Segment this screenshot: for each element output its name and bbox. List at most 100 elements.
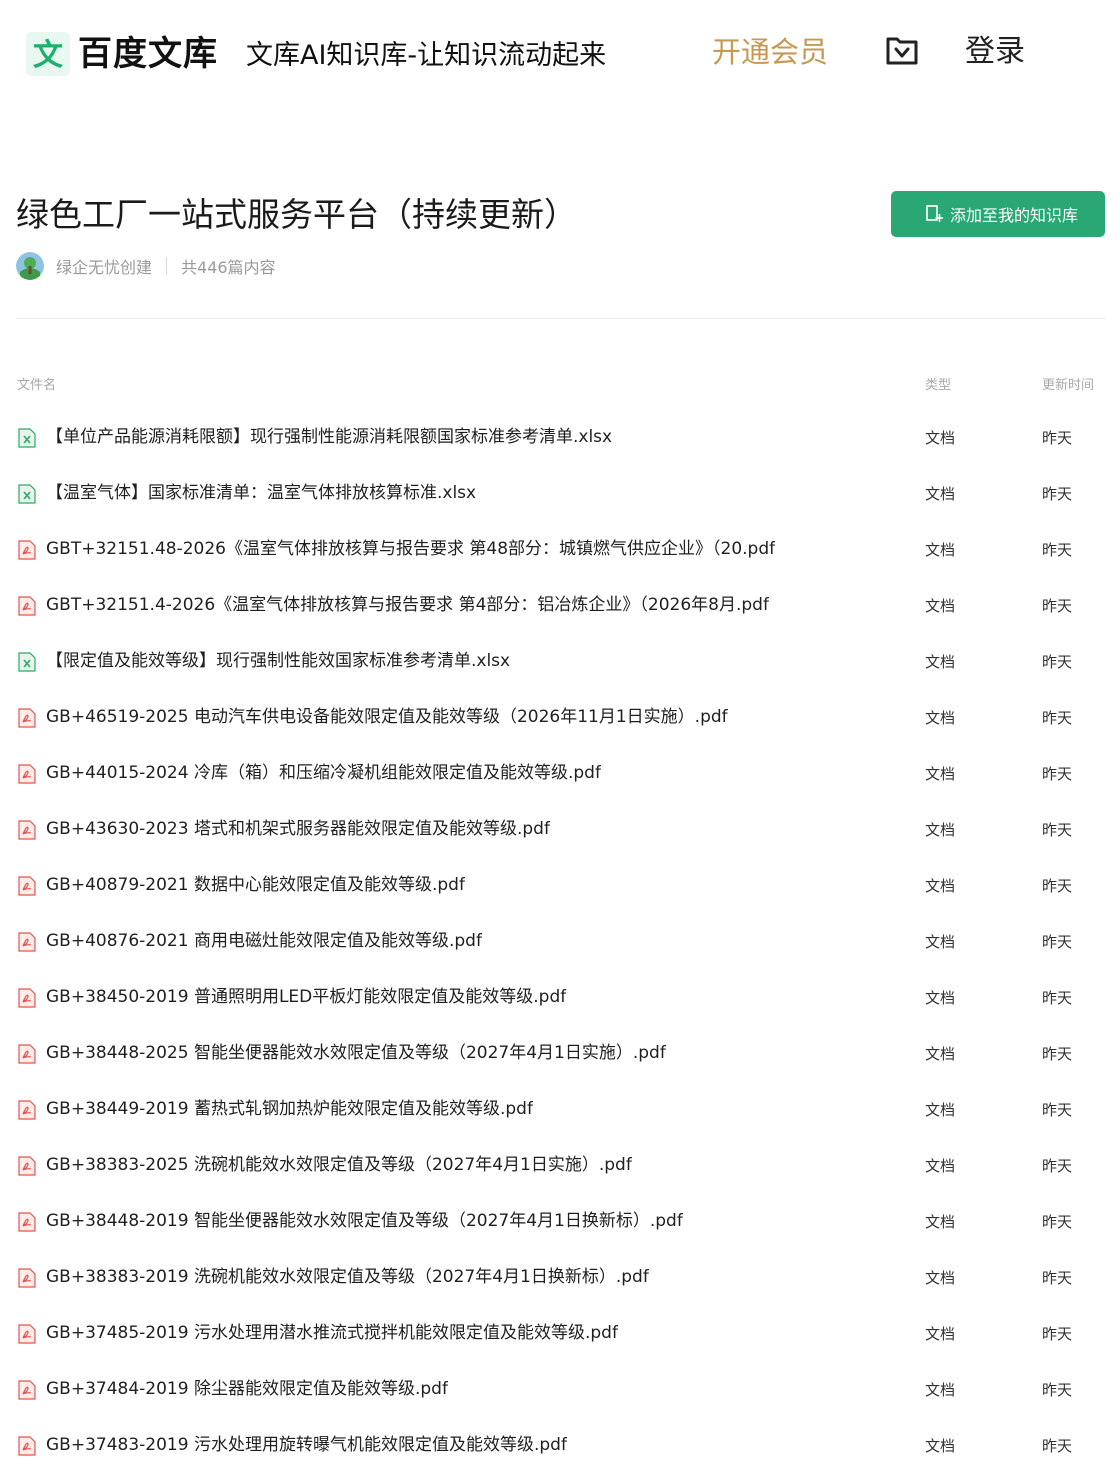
table-row[interactable]: GB+38383-2025 洗碗机能效水效限定值及等级（2027年4月1日实施）… [0,1138,1120,1194]
file-name[interactable]: GB+40879-2021 数据中心能效限定值及能效等级.pdf [46,872,465,898]
meta-divider [166,257,168,275]
table-row[interactable]: GB+37483-2019 污水处理用旋转曝气机能效限定值及能效等级.pdf 文档… [0,1418,1120,1474]
logo-text[interactable]: 百度文库 [78,30,218,78]
author-name[interactable]: 绿企无忧创建 [56,254,152,278]
file-update-time: 昨天 [1042,653,1073,671]
file-update-time: 昨天 [1042,989,1073,1007]
table-row[interactable]: 【限定值及能效等级】现行强制性能效国家标准参考清单.xlsx 文档 昨天 [0,634,1120,690]
column-header-name: 文件名 [17,378,57,393]
table-row[interactable]: GB+37485-2019 污水处理用潜水推流式搅拌机能效限定值及能效等级.pd… [0,1306,1120,1362]
file-type: 文档 [925,1101,956,1119]
file-name[interactable]: GBT+32151.48-2026《温室气体排放核算与报告要求 第48部分：城镇… [46,536,775,562]
pdf-file-icon [18,1156,36,1176]
excel-file-icon [18,428,36,448]
file-type: 文档 [925,1157,956,1175]
file-update-time: 昨天 [1042,877,1073,895]
site-slogan: 文库AI知识库-让知识流动起来 [246,40,607,71]
file-update-time: 昨天 [1042,541,1073,559]
table-row[interactable]: GB+38450-2019 普通照明用LED平板灯能效限定值及能效等级.pdf 文… [0,970,1120,1026]
file-type: 文档 [925,541,956,559]
file-name[interactable]: 【温室气体】国家标准清单：温室气体排放核算标准.xlsx [46,480,476,506]
pdf-file-icon [18,764,36,784]
file-name[interactable]: GB+46519-2025 电动汽车供电设备能效限定值及能效等级（2026年11… [46,704,728,730]
file-update-time: 昨天 [1042,1437,1073,1455]
pdf-file-icon [18,1268,36,1288]
login-link[interactable]: 登录 [965,31,1025,73]
add-to-knowledge-base-button[interactable]: 添加至我的知识库 [891,191,1105,237]
table-row[interactable]: 【单位产品能源消耗限额】现行强制性能源消耗限额国家标准参考清单.xlsx 文档 昨天 [0,410,1120,466]
file-name[interactable]: GBT+32151.4-2026《温室气体排放核算与报告要求 第4部分：铝冶炼企… [46,592,769,618]
table-row[interactable]: GB+37484-2019 除尘器能效限定值及能效等级.pdf 文档 昨天 [0,1362,1120,1418]
wenku-logo-icon[interactable]: 文 [26,32,70,76]
file-update-time: 昨天 [1042,1381,1073,1399]
file-type: 文档 [925,821,956,839]
table-row[interactable]: GBT+32151.48-2026《温室气体排放核算与报告要求 第48部分：城镇… [0,522,1120,578]
file-name[interactable]: GB+37485-2019 污水处理用潜水推流式搅拌机能效限定值及能效等级.pd… [46,1320,618,1346]
document-count: 共446篇内容 [181,258,276,277]
file-update-time: 昨天 [1042,765,1073,783]
file-update-time: 昨天 [1042,1213,1073,1231]
file-name[interactable]: GB+38383-2019 洗碗机能效水效限定值及等级（2027年4月1日换新标… [46,1264,649,1290]
top-header: 文 百度文库 文库AI知识库-让知识流动起来 开通会员 登录 [0,0,1120,110]
vip-membership-link[interactable]: 开通会员 [712,31,828,73]
table-row[interactable]: GB+38448-2025 智能坐便器能效水效限定值及等级（2027年4月1日实… [0,1026,1120,1082]
file-type: 文档 [925,1269,956,1287]
file-name[interactable]: 【单位产品能源消耗限额】现行强制性能源消耗限额国家标准参考清单.xlsx [46,424,612,450]
table-row[interactable]: GB+40876-2021 商用电磁灶能效限定值及能效等级.pdf 文档 昨天 [0,914,1120,970]
pdf-file-icon [18,1044,36,1064]
table-row[interactable]: GB+44015-2024 冷库（箱）和压缩冷凝机组能效限定值及能效等级.pdf… [0,746,1120,802]
file-type: 文档 [925,653,956,671]
pdf-file-icon [18,820,36,840]
file-type: 文档 [925,989,956,1007]
svg-text:文: 文 [33,38,63,71]
table-row[interactable]: GB+40879-2021 数据中心能效限定值及能效等级.pdf 文档 昨天 [0,858,1120,914]
column-header-type: 类型 [925,378,952,393]
file-name[interactable]: 【限定值及能效等级】现行强制性能效国家标准参考清单.xlsx [46,648,510,674]
table-row[interactable]: GB+43630-2023 塔式和机架式服务器能效限定值及能效等级.pdf 文档 昨… [0,802,1120,858]
table-row[interactable]: GB+38449-2019 蓄热式轧钢加热炉能效限定值及能效等级.pdf 文档 昨天 [0,1082,1120,1138]
table-row[interactable]: GBT+32151.4-2026《温室气体排放核算与报告要求 第4部分：铝冶炼企… [0,578,1120,634]
pdf-file-icon [18,540,36,560]
file-name[interactable]: GB+37483-2019 污水处理用旋转曝气机能效限定值及能效等级.pdf [46,1432,567,1458]
file-type: 文档 [925,765,956,783]
excel-file-icon [18,652,36,672]
file-name[interactable]: GB+38449-2019 蓄热式轧钢加热炉能效限定值及能效等级.pdf [46,1096,533,1122]
table-row[interactable]: GB+38448-2019 智能坐便器能效水效限定值及等级（2027年4月1日换… [0,1194,1120,1250]
file-type: 文档 [925,933,956,951]
file-type: 文档 [925,429,956,447]
download-icon[interactable] [882,30,922,70]
table-header: 文件名 类型 更新时间 [0,370,1120,394]
file-name[interactable]: GB+38450-2019 普通照明用LED平板灯能效限定值及能效等级.pdf [46,984,566,1010]
table-row[interactable]: 【温室气体】国家标准清单：温室气体排放核算标准.xlsx 文档 昨天 [0,466,1120,522]
pdf-file-icon [18,932,36,952]
file-update-time: 昨天 [1042,1101,1073,1119]
table-row[interactable]: GB+46519-2025 电动汽车供电设备能效限定值及能效等级（2026年11… [0,690,1120,746]
table-row[interactable]: GB+38383-2019 洗碗机能效水效限定值及等级（2027年4月1日换新标… [0,1250,1120,1306]
pdf-file-icon [18,1100,36,1120]
file-type: 文档 [925,1325,956,1343]
pdf-file-icon [18,1380,36,1400]
file-name[interactable]: GB+38383-2025 洗碗机能效水效限定值及等级（2027年4月1日实施）… [46,1152,632,1178]
file-name[interactable]: GB+44015-2024 冷库（箱）和压缩冷凝机组能效限定值及能效等级.pdf [46,760,601,786]
section-divider [16,318,1106,319]
file-update-time: 昨天 [1042,1325,1073,1343]
page-title: 绿色工厂一站式服务平台（持续更新） [16,195,577,234]
file-update-time: 昨天 [1042,933,1073,951]
author-avatar[interactable] [16,252,44,280]
file-type: 文档 [925,709,956,727]
file-name[interactable]: GB+43630-2023 塔式和机架式服务器能效限定值及能效等级.pdf [46,816,550,842]
file-name[interactable]: GB+38448-2019 智能坐便器能效水效限定值及等级（2027年4月1日换… [46,1208,683,1234]
pdf-file-icon [18,596,36,616]
file-update-time: 昨天 [1042,597,1073,615]
file-name[interactable]: GB+37484-2019 除尘器能效限定值及能效等级.pdf [46,1376,448,1402]
file-type: 文档 [925,1437,956,1455]
file-update-time: 昨天 [1042,485,1073,503]
file-type: 文档 [925,597,956,615]
file-name[interactable]: GB+38448-2025 智能坐便器能效水效限定值及等级（2027年4月1日实… [46,1040,666,1066]
file-update-time: 昨天 [1042,1269,1073,1287]
file-name[interactable]: GB+40876-2021 商用电磁灶能效限定值及能效等级.pdf [46,928,482,954]
file-type: 文档 [925,485,956,503]
pdf-file-icon [18,988,36,1008]
file-type: 文档 [925,877,956,895]
column-header-time: 更新时间 [1042,378,1095,393]
